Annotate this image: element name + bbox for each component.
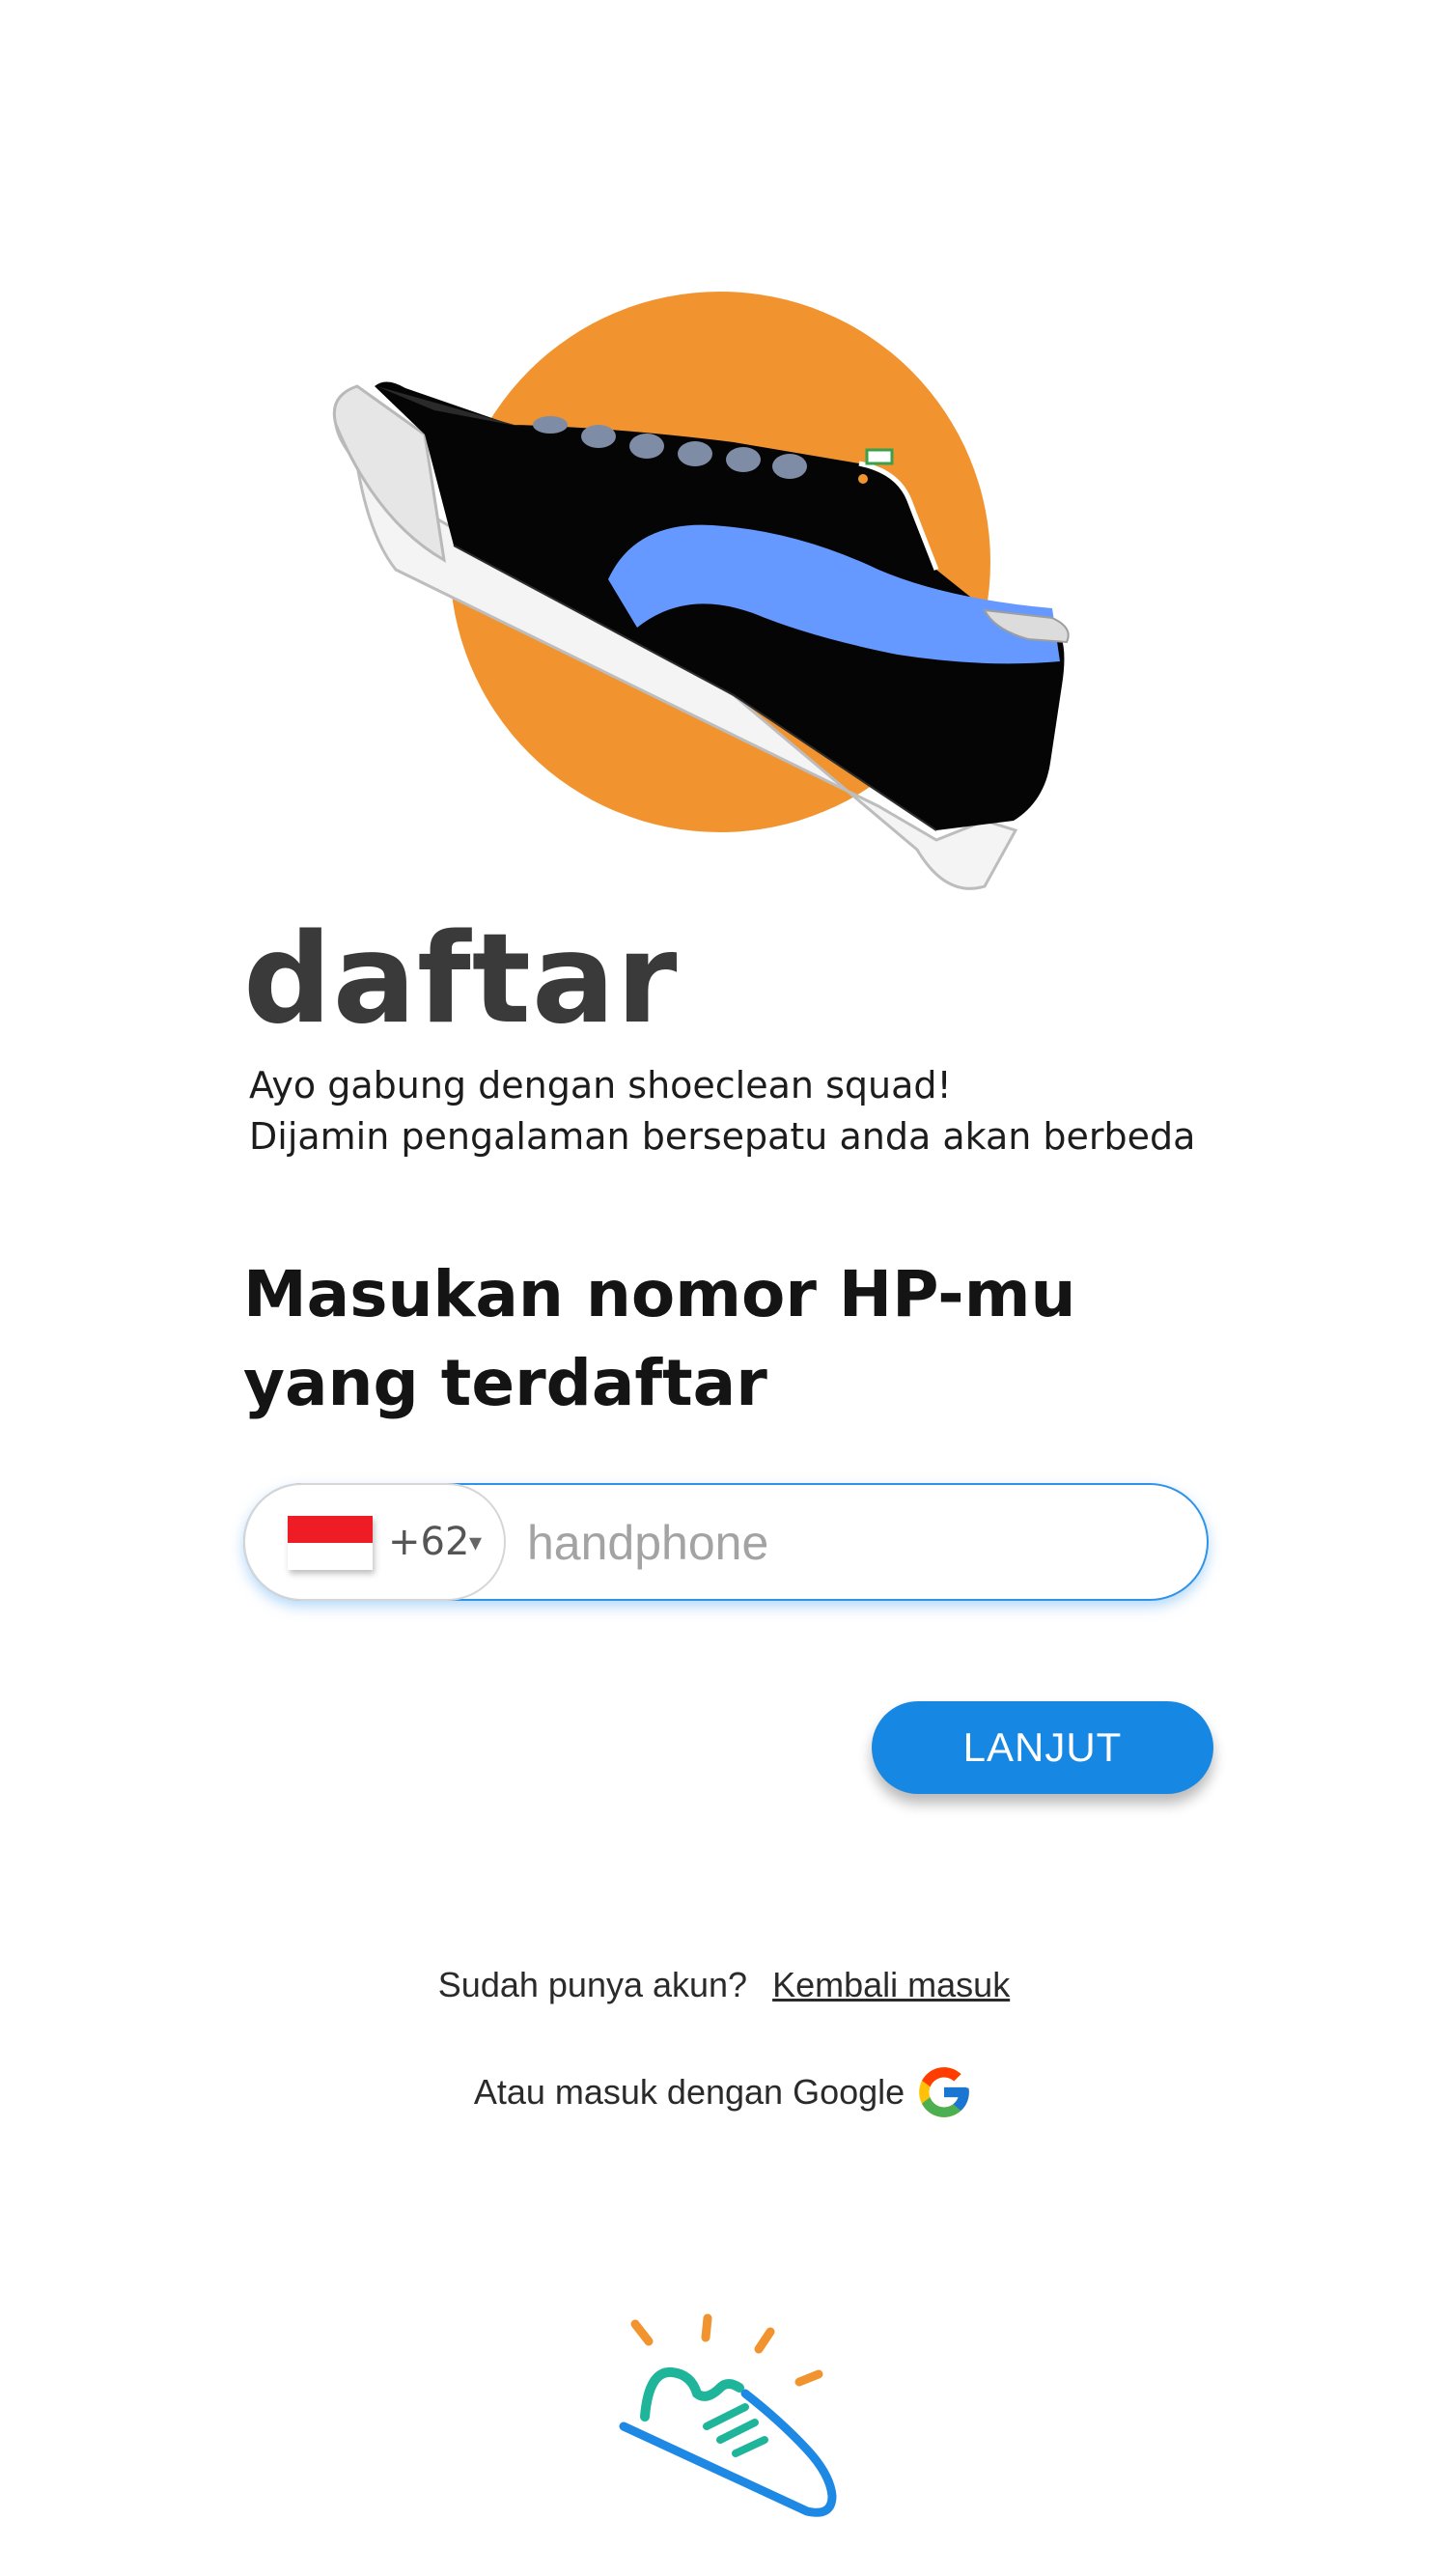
phone-input[interactable] [525,1495,1185,1591]
chevron-down-icon: ▾ [469,1527,483,1556]
subtitle-line: Dijamin pengalaman bersepatu anda akan b… [249,1115,1196,1158]
shoeclean-logo-icon [619,2313,837,2517]
indonesia-flag-icon [288,1516,373,1570]
phone-prompt-heading: Masukan nomor HP-mu yang terdaftar [243,1250,1075,1428]
prompt-line: yang terdaftar [243,1346,767,1420]
login-link[interactable]: Kembali masuk [772,1965,1010,2004]
dial-code: +62 [388,1520,470,1564]
subtitle-line: Ayo gabung dengan shoeclean squad! [249,1064,952,1106]
page-subtitle: Ayo gabung dengan shoeclean squad! Dijam… [249,1060,1195,1162]
google-login-button[interactable]: Atau masuk dengan Google [0,2060,1448,2124]
country-code-selector[interactable]: +62 ▾ [243,1483,506,1601]
prompt-line: Masukan nomor HP-mu [243,1257,1076,1331]
lanjut-button[interactable]: LANJUT [872,1701,1213,1794]
have-account-text: Sudah punya akun? [437,1965,748,2004]
google-g-icon [919,2067,969,2117]
google-login-text: Atau masuk dengan Google [473,2072,905,2112]
page-title: daftar [243,908,679,1051]
phone-number-field: +62 ▾ [243,1483,1209,1601]
hero-sneaker-illustration [332,292,1070,890]
login-prompt-row: Sudah punya akun? Kembali masuk [0,1965,1448,2005]
